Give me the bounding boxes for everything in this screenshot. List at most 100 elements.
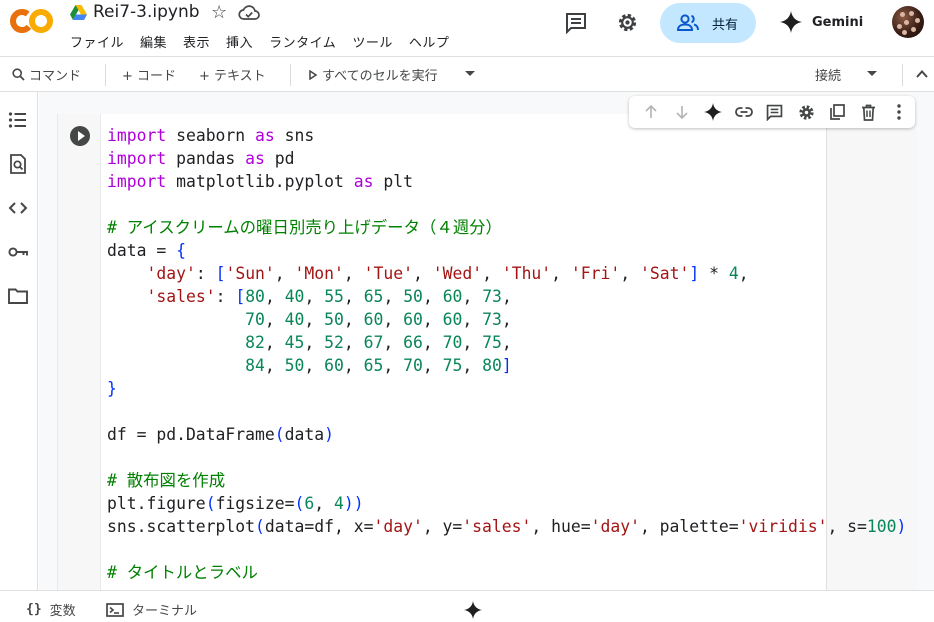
menu-edit[interactable]: 編集 (140, 32, 167, 51)
code-token: 6 (304, 494, 315, 513)
code-token: ( (274, 425, 285, 444)
code-token: ( (205, 494, 216, 513)
code-line[interactable]: 70, 40, 50, 60, 60, 60, 73, (107, 308, 906, 331)
code-line[interactable]: 82, 45, 52, 67, 66, 70, 75, (107, 331, 906, 354)
code-token: [ (235, 287, 246, 306)
code-token: 52 (324, 333, 344, 352)
menu-runtime[interactable]: ランタイム (269, 32, 336, 51)
search-icon[interactable] (7, 153, 29, 175)
command-palette-button[interactable]: コマンド (12, 65, 81, 84)
connect-button[interactable]: 接続 (815, 65, 841, 84)
code-token: , (304, 287, 325, 306)
code-token: 70 (403, 356, 423, 375)
code-token: 4 (728, 264, 739, 283)
code-token: 60 (403, 310, 423, 329)
mirror-cell-icon[interactable] (822, 96, 853, 128)
folder-icon[interactable] (7, 285, 29, 307)
menu-help[interactable]: ヘルプ (409, 32, 450, 51)
code-line[interactable]: # 散布図を作成 (107, 469, 906, 492)
menu-tools[interactable]: ツール (352, 32, 393, 51)
code-token: , (462, 333, 483, 352)
code-token: 40 (284, 287, 305, 306)
code-token: 65 (363, 287, 384, 306)
code-token: 'Wed' (432, 264, 483, 283)
code-token: , (264, 287, 285, 306)
menu-insert[interactable]: 挿入 (226, 32, 253, 51)
gemini-button[interactable]: Gemini (780, 11, 863, 33)
run-cell-button[interactable] (70, 126, 90, 146)
more-icon[interactable] (884, 96, 915, 128)
code-line[interactable]: 84, 50, 60, 65, 70, 75, 80] (107, 354, 906, 377)
code-line[interactable]: 'sales': [80, 40, 55, 65, 50, 60, 73, (107, 285, 906, 308)
code-token: , (422, 310, 443, 329)
code-token: , s= (827, 517, 867, 536)
code-line[interactable]: # タイトルとラベル (107, 561, 906, 584)
gear-icon[interactable] (616, 11, 639, 34)
arrow-down-icon[interactable] (666, 96, 697, 128)
cloud-icon[interactable] (238, 4, 260, 22)
code-token: 80 (482, 356, 502, 375)
run-all-button[interactable]: すべてのセルを実行 (308, 65, 438, 84)
code-token: plt.figure (107, 494, 206, 513)
code-token: , (383, 356, 404, 375)
code-cell[interactable]: import seaborn as sns import pandas as pd… (57, 114, 917, 590)
code-line[interactable]: } (107, 377, 906, 400)
run-all-label: すべてのセルを実行 (322, 69, 438, 84)
code-line[interactable] (107, 446, 906, 469)
share-button[interactable]: 共有 (660, 3, 756, 43)
code-line[interactable]: 'day': ['Sun', 'Mon', 'Tue', 'Wed', 'Thu… (107, 262, 906, 285)
code-line[interactable] (107, 400, 906, 423)
code-token: , (383, 310, 404, 329)
gemini-icon[interactable] (697, 96, 728, 128)
add-code-label: + コード (122, 69, 177, 84)
colab-logo[interactable] (10, 8, 54, 34)
run-all-dropdown-icon[interactable] (465, 71, 475, 76)
add-text-button[interactable]: + テキスト (199, 65, 266, 84)
code-token: { (176, 241, 186, 260)
code-line[interactable] (107, 193, 906, 216)
gemini-icon[interactable] (464, 601, 482, 619)
toolbar-divider (105, 64, 106, 86)
key-icon[interactable] (7, 241, 29, 263)
delete-icon[interactable] (853, 96, 884, 128)
code-line[interactable]: import matplotlib.pyplot as plt (107, 170, 906, 193)
code-line[interactable]: sns.scatterplot(data=df, x='day', y='sal… (107, 515, 906, 538)
code-editor[interactable]: import seaborn as sns import pandas as pd… (100, 114, 906, 590)
people-icon (676, 14, 699, 31)
code-token: # タイトルとラベル (107, 563, 258, 582)
code-token: sns (274, 126, 315, 145)
star-icon[interactable]: ☆ (211, 3, 227, 23)
arrow-up-icon[interactable] (635, 96, 666, 128)
menu-file[interactable]: ファイル (70, 32, 124, 51)
code-token: data = (107, 241, 177, 260)
code-token: 75 (482, 333, 502, 352)
comment-icon[interactable] (565, 12, 587, 34)
menubar: ファイル 編集 表示 挿入 ランタイム ツール ヘルプ (70, 32, 465, 51)
add-text-label: + テキスト (199, 69, 266, 84)
code-text[interactable]: import seaborn as sns import pandas as pd… (107, 124, 906, 584)
code-token: pandas (166, 149, 246, 168)
toc-icon[interactable] (7, 109, 29, 131)
code-line[interactable]: # アイスクリームの曜日別売り上げデータ（４週分） (107, 216, 906, 239)
menu-view[interactable]: 表示 (183, 32, 210, 51)
code-token: 73 (482, 310, 502, 329)
link-icon[interactable] (728, 96, 759, 128)
code-line[interactable]: import pandas as pd (107, 147, 906, 170)
code-line[interactable]: plt.figure(figsize=(6, 4)) (107, 492, 906, 515)
code-token: , (264, 333, 285, 352)
avatar[interactable] (892, 6, 924, 38)
code-line[interactable]: data = { (107, 239, 906, 262)
notebook-title[interactable]: Rei7-3.ipynb (93, 2, 200, 22)
variables-button[interactable]: {} 変数 (26, 600, 76, 619)
code-line[interactable]: df = pd.DataFrame(data) (107, 423, 906, 446)
terminal-button[interactable]: ターミナル (106, 600, 197, 619)
comment-icon[interactable] (759, 96, 790, 128)
code-line[interactable] (107, 538, 906, 561)
add-code-button[interactable]: + コード (122, 65, 176, 84)
connect-dropdown-icon[interactable] (867, 71, 877, 76)
code-token: , (501, 333, 512, 352)
gear-icon[interactable] (791, 96, 822, 128)
code-icon[interactable] (7, 197, 29, 219)
chevron-up-icon[interactable] (915, 67, 929, 81)
